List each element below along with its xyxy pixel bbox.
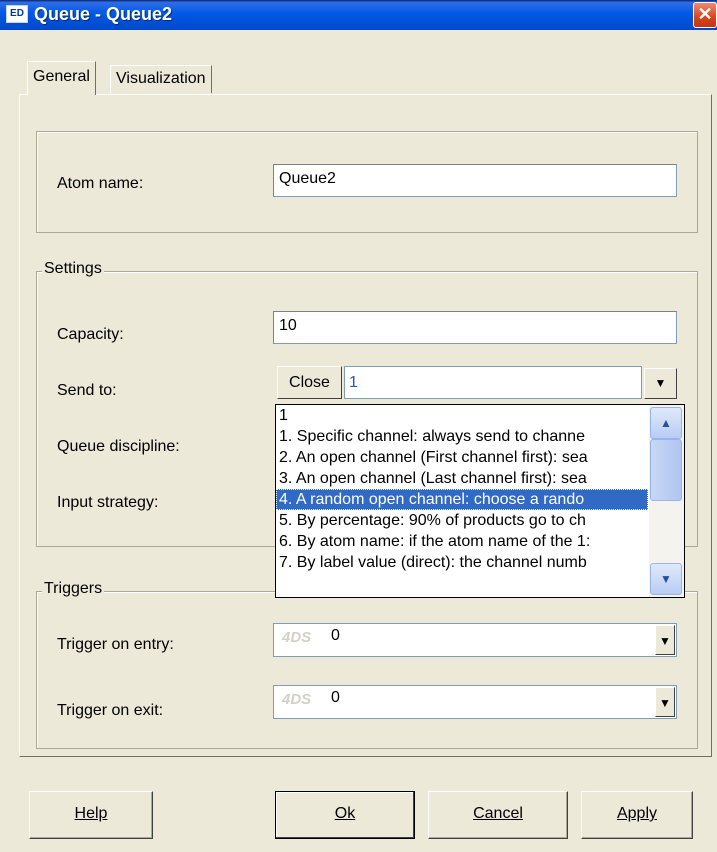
capacity-input[interactable]: 10 [273, 311, 677, 344]
trigger-entry-prefix: 4DS [282, 629, 312, 646]
app-icon: ED [6, 5, 28, 23]
ok-button-label: Ok [334, 805, 356, 822]
trigger-entry-label: Trigger on entry: [57, 636, 174, 653]
send-to-combo[interactable]: 1 [344, 366, 642, 399]
dropdown-scrollbar[interactable]: ▲ ▼ [649, 405, 684, 597]
window-title: Queue - Queue2 [34, 4, 173, 24]
trigger-exit-combo[interactable]: 4DS 0 ▼ [273, 685, 677, 719]
dropdown-option[interactable]: 1. Specific channel: always send to chan… [276, 426, 648, 447]
send-to-label: Send to: [57, 382, 117, 399]
input-strategy-label: Input strategy: [57, 494, 159, 511]
chevron-down-icon[interactable]: ▼ [644, 368, 677, 399]
atom-name-input[interactable]: Queue2 [273, 164, 677, 197]
dropdown-option[interactable]: 3. An open channel (Last channel first):… [276, 468, 648, 489]
tab-visualization[interactable]: Visualization [110, 65, 212, 93]
chevron-down-icon[interactable]: ▼ [655, 687, 675, 717]
scroll-down-icon[interactable]: ▼ [650, 563, 682, 595]
capacity-label: Capacity: [57, 326, 124, 343]
trigger-entry-combo[interactable]: 4DS 0 ▼ [273, 623, 677, 657]
chevron-down-icon[interactable]: ▼ [655, 625, 675, 655]
queue-discipline-label: Queue discipline: [57, 438, 180, 455]
trigger-entry-value: 0 [331, 627, 340, 644]
cancel-button[interactable]: Cancel [428, 791, 568, 839]
dropdown-option[interactable]: 7. By label value (direct): the channel … [276, 552, 648, 573]
dropdown-option[interactable]: 2. An open channel (First channel first)… [276, 447, 648, 468]
dropdown-option[interactable]: 4. A random open channel: choose a rando [276, 489, 648, 510]
tab-general[interactable]: General [27, 61, 96, 95]
settings-legend: Settings [42, 260, 104, 278]
trigger-exit-value: 0 [331, 689, 340, 706]
dropdown-option[interactable]: 6. By atom name: if the atom name of the… [276, 531, 648, 552]
close-button[interactable]: Close [277, 366, 342, 399]
apply-button-label: Apply [616, 805, 658, 822]
triggers-legend: Triggers [42, 580, 105, 598]
help-button-label: Help [74, 805, 108, 822]
trigger-exit-label: Trigger on exit: [57, 702, 164, 719]
close-icon[interactable]: ✕ [693, 2, 717, 28]
atom-name-label: Atom name: [57, 175, 144, 192]
triggers-group [36, 591, 698, 749]
dropdown-option[interactable]: 5. By percentage: 90% of products go to … [276, 510, 648, 531]
scroll-up-icon[interactable]: ▲ [650, 407, 682, 439]
trigger-exit-prefix: 4DS [282, 691, 312, 708]
help-button[interactable]: Help [29, 791, 153, 839]
apply-button[interactable]: Apply [581, 791, 693, 839]
send-to-dropdown-list[interactable]: 1 1. Specific channel: always send to cha… [275, 404, 685, 598]
scrollbar-thumb[interactable] [650, 439, 682, 501]
title-bar: ED Queue - Queue2 ✕ [0, 0, 717, 30]
dropdown-option[interactable]: 1 [276, 405, 648, 426]
ok-button[interactable]: Ok [275, 791, 415, 839]
cancel-button-label: Cancel [473, 805, 523, 822]
